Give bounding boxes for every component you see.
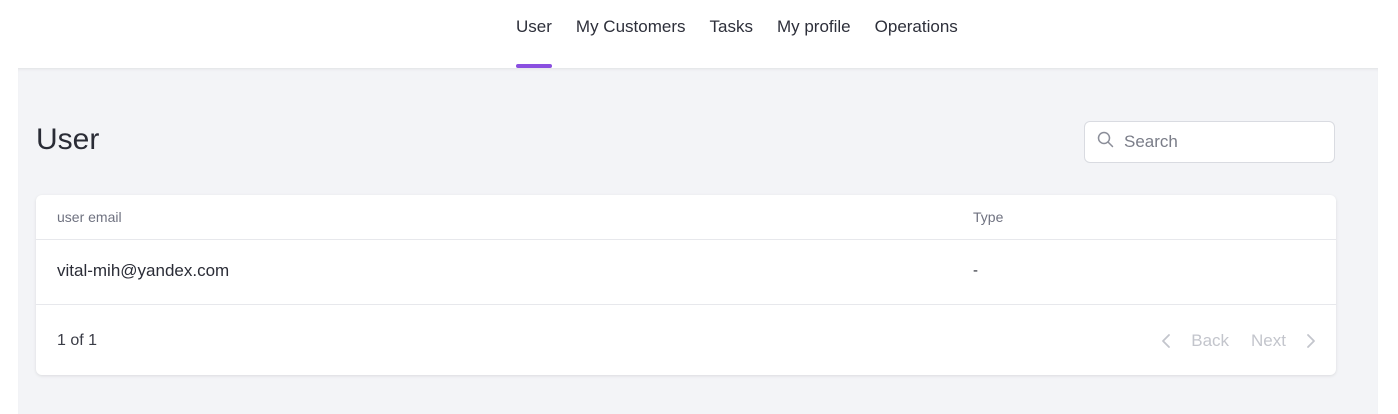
- search-input[interactable]: [1124, 132, 1314, 152]
- tab-user[interactable]: User: [516, 0, 552, 68]
- table-header: user email Type: [36, 195, 1336, 240]
- table-row[interactable]: vital-mih@yandex.com -: [36, 240, 1336, 305]
- main-content: User user email Type vital-mih@yandex.co…: [18, 68, 1378, 414]
- top-navigation: User My Customers Tasks My profile Opera…: [0, 0, 1398, 68]
- users-table: user email Type vital-mih@yandex.com - 1…: [36, 195, 1336, 375]
- pagination-controls: Back Next: [1161, 331, 1316, 351]
- cell-user-email: vital-mih@yandex.com: [57, 261, 230, 280]
- next-button[interactable]: Next: [1251, 331, 1286, 351]
- nav-tabs: User My Customers Tasks My profile Opera…: [516, 0, 982, 68]
- chevron-right-icon[interactable]: [1306, 333, 1316, 349]
- table-footer: 1 of 1 Back Next: [36, 305, 1336, 375]
- pagination-count: 1 of 1: [57, 332, 98, 349]
- tab-my-profile[interactable]: My profile: [777, 0, 851, 68]
- column-header-email[interactable]: user email: [57, 209, 122, 225]
- column-header-type[interactable]: Type: [973, 209, 1003, 225]
- search-icon: [1097, 131, 1114, 153]
- tab-operations[interactable]: Operations: [875, 0, 958, 68]
- tab-my-customers[interactable]: My Customers: [576, 0, 686, 68]
- chevron-left-icon[interactable]: [1161, 333, 1171, 349]
- search-box[interactable]: [1084, 121, 1335, 163]
- back-button[interactable]: Back: [1191, 331, 1229, 351]
- cell-type: -: [973, 262, 978, 279]
- page-title: User: [36, 123, 100, 156]
- tab-tasks[interactable]: Tasks: [709, 0, 752, 68]
